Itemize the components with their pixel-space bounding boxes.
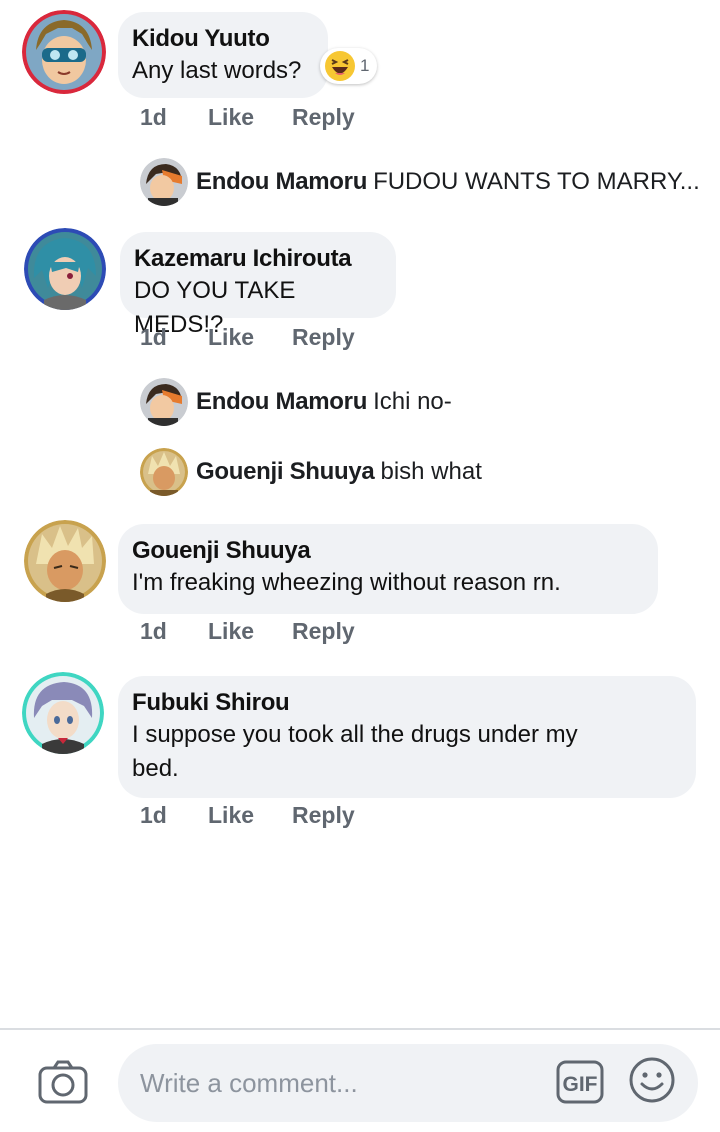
comment-text-line: I suppose you took all the drugs under m… bbox=[132, 721, 578, 748]
comment-bubble[interactable]: Gouenji Shuuya I'm freaking wheezing wit… bbox=[118, 524, 658, 614]
comment-text-line: bed. bbox=[132, 755, 179, 782]
comment-author[interactable]: Kazemaru Ichirouta bbox=[134, 244, 380, 274]
reply-text: bish what bbox=[380, 458, 482, 485]
comment-time[interactable]: 1d bbox=[140, 324, 208, 351]
like-button[interactable]: Like bbox=[208, 802, 292, 829]
smiley-icon[interactable] bbox=[628, 1056, 676, 1104]
comment-text: I'm freaking wheezing without reason rn. bbox=[132, 569, 561, 596]
camera-icon[interactable] bbox=[38, 1060, 88, 1104]
laughing-emoji-icon bbox=[325, 51, 355, 81]
reply-author[interactable]: Endou Mamoru bbox=[196, 388, 367, 416]
avatar-endou[interactable] bbox=[140, 378, 188, 426]
reply-button[interactable]: Reply bbox=[292, 324, 355, 351]
comment-composer: Write a comment... GIF bbox=[0, 1028, 720, 1132]
reply-preview[interactable]: Endou Mamoru Ichi no- bbox=[140, 378, 452, 426]
comment-time[interactable]: 1d bbox=[140, 618, 208, 645]
avatar-gouenji[interactable] bbox=[140, 448, 188, 496]
like-button[interactable]: Like bbox=[208, 104, 292, 131]
reply-author[interactable]: Endou Mamoru bbox=[196, 168, 367, 196]
comment-actions: 1d Like Reply bbox=[140, 324, 355, 351]
avatar-endou[interactable] bbox=[140, 158, 188, 206]
reply-text: Ichi no- bbox=[373, 388, 452, 415]
like-button[interactable]: Like bbox=[208, 324, 292, 351]
reply-preview[interactable]: Endou Mamoru FUDOU WANTS TO MARRY... bbox=[140, 158, 700, 206]
comment-input[interactable]: Write a comment... bbox=[118, 1044, 698, 1122]
reaction-count: 1 bbox=[360, 56, 370, 75]
comment-time[interactable]: 1d bbox=[140, 802, 208, 829]
avatar-kazemaru[interactable] bbox=[24, 228, 106, 310]
comment-author[interactable]: Gouenji Shuuya bbox=[132, 536, 642, 566]
comment-author[interactable]: Kidou Yuuto bbox=[132, 24, 312, 54]
comment-bubble[interactable]: Fubuki Shirou I suppose you took all the… bbox=[118, 676, 696, 798]
comment-bubble[interactable]: Kidou Yuuto Any last words? bbox=[118, 12, 328, 98]
comment-text: Any last words? bbox=[132, 57, 302, 84]
gif-icon[interactable]: GIF bbox=[556, 1060, 604, 1104]
comment-actions: 1d Like Reply bbox=[140, 618, 355, 645]
reply-button[interactable]: Reply bbox=[292, 618, 355, 645]
reply-button[interactable]: Reply bbox=[292, 104, 355, 131]
comment-bubble[interactable]: Kazemaru Ichirouta DO YOU TAKE MEDS!? bbox=[120, 232, 396, 338]
comment-actions: 1d Like Reply bbox=[140, 802, 355, 829]
avatar-kidou[interactable] bbox=[22, 10, 106, 94]
reaction-badge[interactable]: 1 bbox=[320, 48, 378, 84]
avatar-fubuki[interactable] bbox=[22, 672, 104, 754]
reply-button[interactable]: Reply bbox=[292, 802, 355, 829]
gif-label: GIF bbox=[563, 1073, 598, 1096]
comment-actions: 1d Like Reply bbox=[140, 104, 355, 131]
reply-author[interactable]: Gouenji Shuuya bbox=[196, 458, 375, 486]
reply-text: FUDOU WANTS TO MARRY... bbox=[373, 168, 700, 195]
comment-time[interactable]: 1d bbox=[140, 104, 208, 131]
comment-input-placeholder: Write a comment... bbox=[140, 1068, 358, 1098]
comment-author[interactable]: Fubuki Shirou bbox=[132, 688, 680, 718]
reply-preview[interactable]: Gouenji Shuuya bish what bbox=[140, 448, 482, 496]
avatar-gouenji[interactable] bbox=[24, 520, 106, 602]
like-button[interactable]: Like bbox=[208, 618, 292, 645]
